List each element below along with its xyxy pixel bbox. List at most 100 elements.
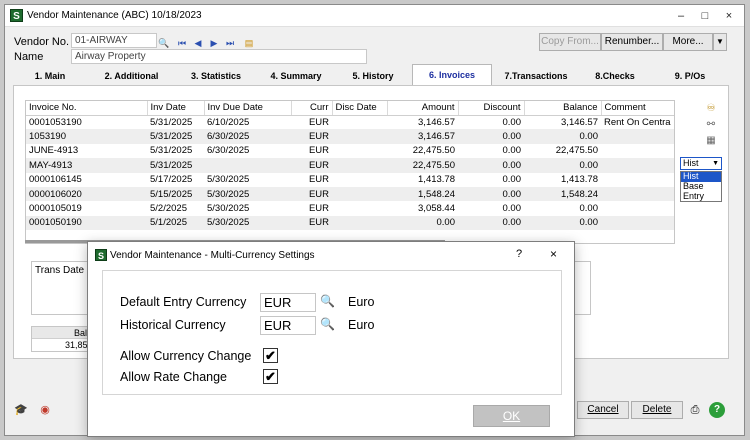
last-record-icon[interactable]: ⏭: [223, 36, 237, 50]
tab-main[interactable]: 1. Main: [15, 68, 85, 85]
column-header[interactable]: Discount: [458, 101, 525, 116]
cancel-button[interactable]: Cancel: [577, 401, 629, 419]
cell-invoice-no: 0000106145: [29, 174, 82, 186]
cell-disc-date: [332, 215, 387, 231]
cell-inv-date: 5/2/2025: [150, 203, 187, 215]
tab-invoices[interactable]: 6. Invoices: [412, 64, 492, 86]
cell-discount: 0.00: [502, 203, 522, 215]
cell-disc-date: [332, 173, 387, 187]
cell-balance: 0.00: [524, 129, 601, 144]
tab-pos[interactable]: 9. P/Os: [655, 68, 725, 85]
table-row[interactable]: 1053190 5/31/2025 6/30/2025 EUR 3,146.57…: [26, 129, 674, 144]
hat-icon[interactable]: 🎓: [13, 402, 29, 418]
cell-curr: EUR: [308, 203, 329, 215]
cell-comment: Rent On Centra: [604, 116, 671, 128]
previous-record-icon[interactable]: ◀: [191, 36, 205, 50]
allow-rate-change-label: Allow Rate Change: [120, 370, 228, 384]
cell-amount: 3,146.57: [418, 116, 455, 128]
trans-date-header: Trans Date: [35, 265, 85, 276]
print-icon[interactable]: ⎙: [687, 402, 703, 418]
cell-inv-date: 5/15/2025: [147, 186, 204, 202]
minimize-button[interactable]: –: [669, 8, 693, 24]
column-header[interactable]: Disc Date: [332, 101, 388, 116]
link-icon[interactable]: ⚯: [704, 118, 718, 132]
next-record-icon[interactable]: ▶: [207, 36, 221, 50]
cell-invoice-no: 0000106020: [26, 186, 147, 202]
app-logo-icon: S: [10, 9, 23, 22]
cell-curr: EUR: [291, 186, 332, 202]
cell-comment: [601, 158, 674, 173]
table-row[interactable]: MAY-4913 5/31/2025 EUR 22,475.50 0.00 0.…: [26, 158, 674, 173]
table-row[interactable]: 0000106145 5/17/2025 5/30/2025 EUR 1,413…: [26, 173, 674, 187]
historical-currency-field[interactable]: EUR: [260, 316, 316, 335]
search-icon[interactable]: 🔍: [320, 317, 335, 331]
more-dropdown-arrow-icon[interactable]: ▼: [713, 33, 727, 51]
table-row[interactable]: JUNE-4913 5/31/2025 6/30/2025 EUR 22,475…: [26, 144, 674, 158]
copy-from-button[interactable]: Copy From...: [539, 33, 601, 51]
cell-inv-date: 5/31/2025: [147, 129, 204, 144]
tab-transactions[interactable]: 7.Transactions: [495, 68, 577, 85]
column-header[interactable]: Inv Date: [147, 101, 205, 116]
cell-disc-date: [332, 158, 387, 173]
help-icon[interactable]: ?: [709, 402, 725, 418]
table-row[interactable]: 0001050190 5/1/2025 5/30/2025 EUR 0.00 0…: [26, 215, 674, 231]
cell-inv-due-date: 6/10/2025: [207, 116, 250, 128]
dialog-close-button[interactable]: ×: [550, 247, 557, 261]
cell-comment: [601, 129, 674, 144]
maximize-button[interactable]: □: [693, 8, 717, 24]
invoice-grid[interactable]: Invoice No. Inv Date Inv Due Date Curr D…: [25, 100, 675, 244]
cell-inv-due-date: 5/30/2025: [207, 203, 250, 215]
table-row[interactable]: 0001053190 5/31/2025 6/10/2025 EUR 3,146…: [26, 115, 674, 129]
cell-amount: 1,413.78: [418, 174, 455, 186]
vendor-no-field[interactable]: 01-AIRWAY: [71, 33, 157, 48]
notes-icon[interactable]: ▤: [242, 36, 256, 50]
cell-inv-date: 5/31/2025: [150, 145, 193, 157]
cell-inv-date: 5/31/2025: [147, 158, 204, 173]
cell-comment: [601, 186, 674, 202]
dialog-settings-panel: Default Entry Currency EUR 🔍 Euro Histor…: [102, 270, 562, 395]
cell-curr: EUR: [308, 116, 329, 128]
dialog-title: Vendor Maintenance - Multi-Currency Sett…: [110, 250, 315, 261]
tab-history[interactable]: 5. History: [337, 68, 409, 85]
renumber-button[interactable]: Renumber...: [601, 33, 663, 51]
delete-button[interactable]: Delete: [631, 401, 683, 419]
cell-invoice-no: 0001053190: [29, 116, 82, 128]
cell-inv-due-date: 6/30/2025: [207, 145, 250, 157]
cell-invoice-no: MAY-4913: [26, 158, 147, 173]
cell-curr: EUR: [291, 129, 332, 144]
first-record-icon[interactable]: ⏮: [175, 36, 189, 50]
chevron-down-icon: ▼: [712, 160, 719, 167]
default-entry-currency-field[interactable]: EUR: [260, 293, 316, 312]
column-header[interactable]: Balance: [524, 101, 602, 116]
search-icon[interactable]: 🔍: [320, 294, 335, 308]
cell-amount: 3,146.57: [387, 129, 458, 144]
column-header[interactable]: Comment: [601, 101, 674, 116]
default-entry-currency-name: Euro: [348, 295, 375, 309]
column-header[interactable]: Invoice No.: [26, 101, 148, 116]
allow-currency-change-checkbox[interactable]: ✔: [263, 348, 278, 363]
grid-settings-icon[interactable]: ▦: [704, 134, 718, 148]
tab-checks[interactable]: 8.Checks: [580, 68, 650, 85]
more-button[interactable]: More...: [663, 33, 713, 51]
tab-additional[interactable]: 2. Additional: [89, 68, 174, 85]
currency-view-select[interactable]: Hist ▼: [680, 157, 722, 170]
dialog-help-button[interactable]: ?: [516, 248, 522, 260]
column-header[interactable]: Amount: [387, 101, 459, 116]
binoculars-icon[interactable]: ♾: [704, 102, 718, 116]
table-row[interactable]: 0000105019 5/2/2025 5/30/2025 EUR 3,058.…: [26, 201, 674, 215]
close-window-button[interactable]: ×: [717, 8, 741, 24]
name-field[interactable]: Airway Property: [71, 49, 367, 64]
column-header[interactable]: Curr: [291, 101, 333, 116]
allow-rate-change-checkbox[interactable]: ✔: [263, 369, 278, 384]
table-row[interactable]: 0000106020 5/15/2025 5/30/2025 EUR 1,548…: [26, 186, 674, 202]
search-icon[interactable]: 🔍: [157, 36, 171, 50]
currency-view-options[interactable]: Hist Base Entry: [680, 171, 722, 202]
tab-summary[interactable]: 4. Summary: [257, 68, 335, 85]
cell-inv-due-date: 6/30/2025: [204, 129, 291, 144]
option-entry[interactable]: Entry: [681, 191, 721, 202]
cell-inv-due-date: 5/30/2025: [204, 215, 291, 231]
color-wheel-icon[interactable]: ◉: [37, 402, 53, 418]
tab-statistics[interactable]: 3. Statistics: [177, 68, 255, 85]
column-header[interactable]: Inv Due Date: [204, 101, 292, 116]
ok-button[interactable]: OK: [473, 405, 550, 427]
